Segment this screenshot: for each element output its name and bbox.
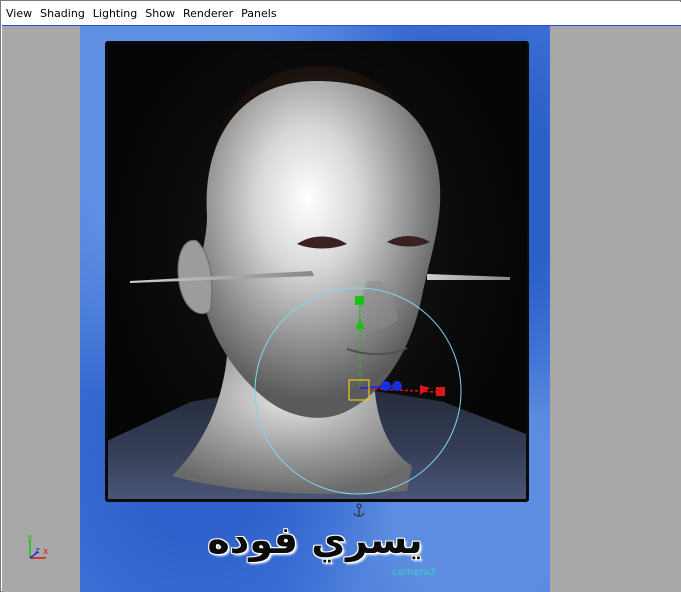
z-axis-ball-2[interactable] (392, 381, 402, 391)
head-mesh[interactable] (199, 81, 441, 418)
panel-menubar: View Shading Lighting Show Renderer Pane… (2, 2, 681, 26)
x-arrow-icon (420, 385, 430, 395)
menu-view[interactable]: View (2, 2, 36, 26)
z-axis-ball[interactable] (381, 381, 391, 391)
plane-right (427, 274, 510, 280)
axis-label-y: y (27, 533, 33, 543)
axis-label-x: x (43, 547, 49, 557)
menu-panels[interactable]: Panels (237, 2, 280, 26)
anchor-icon (353, 503, 365, 517)
scene-overlay (130, 81, 510, 517)
menu-renderer[interactable]: Renderer (179, 2, 237, 26)
y-axis-cube[interactable] (355, 296, 364, 305)
axis-label-z: z (35, 546, 40, 556)
x-axis-cube[interactable] (436, 387, 445, 396)
view-axis-gizmo: y z x (27, 533, 49, 559)
menu-lighting[interactable]: Lighting (89, 2, 141, 26)
menu-shading[interactable]: Shading (36, 2, 89, 26)
maya-viewport-panel: View Shading Lighting Show Renderer Pane… (0, 0, 681, 592)
menu-show[interactable]: Show (141, 2, 179, 26)
3d-viewport[interactable]: يسري فوده camera2 y z x (2, 26, 681, 592)
